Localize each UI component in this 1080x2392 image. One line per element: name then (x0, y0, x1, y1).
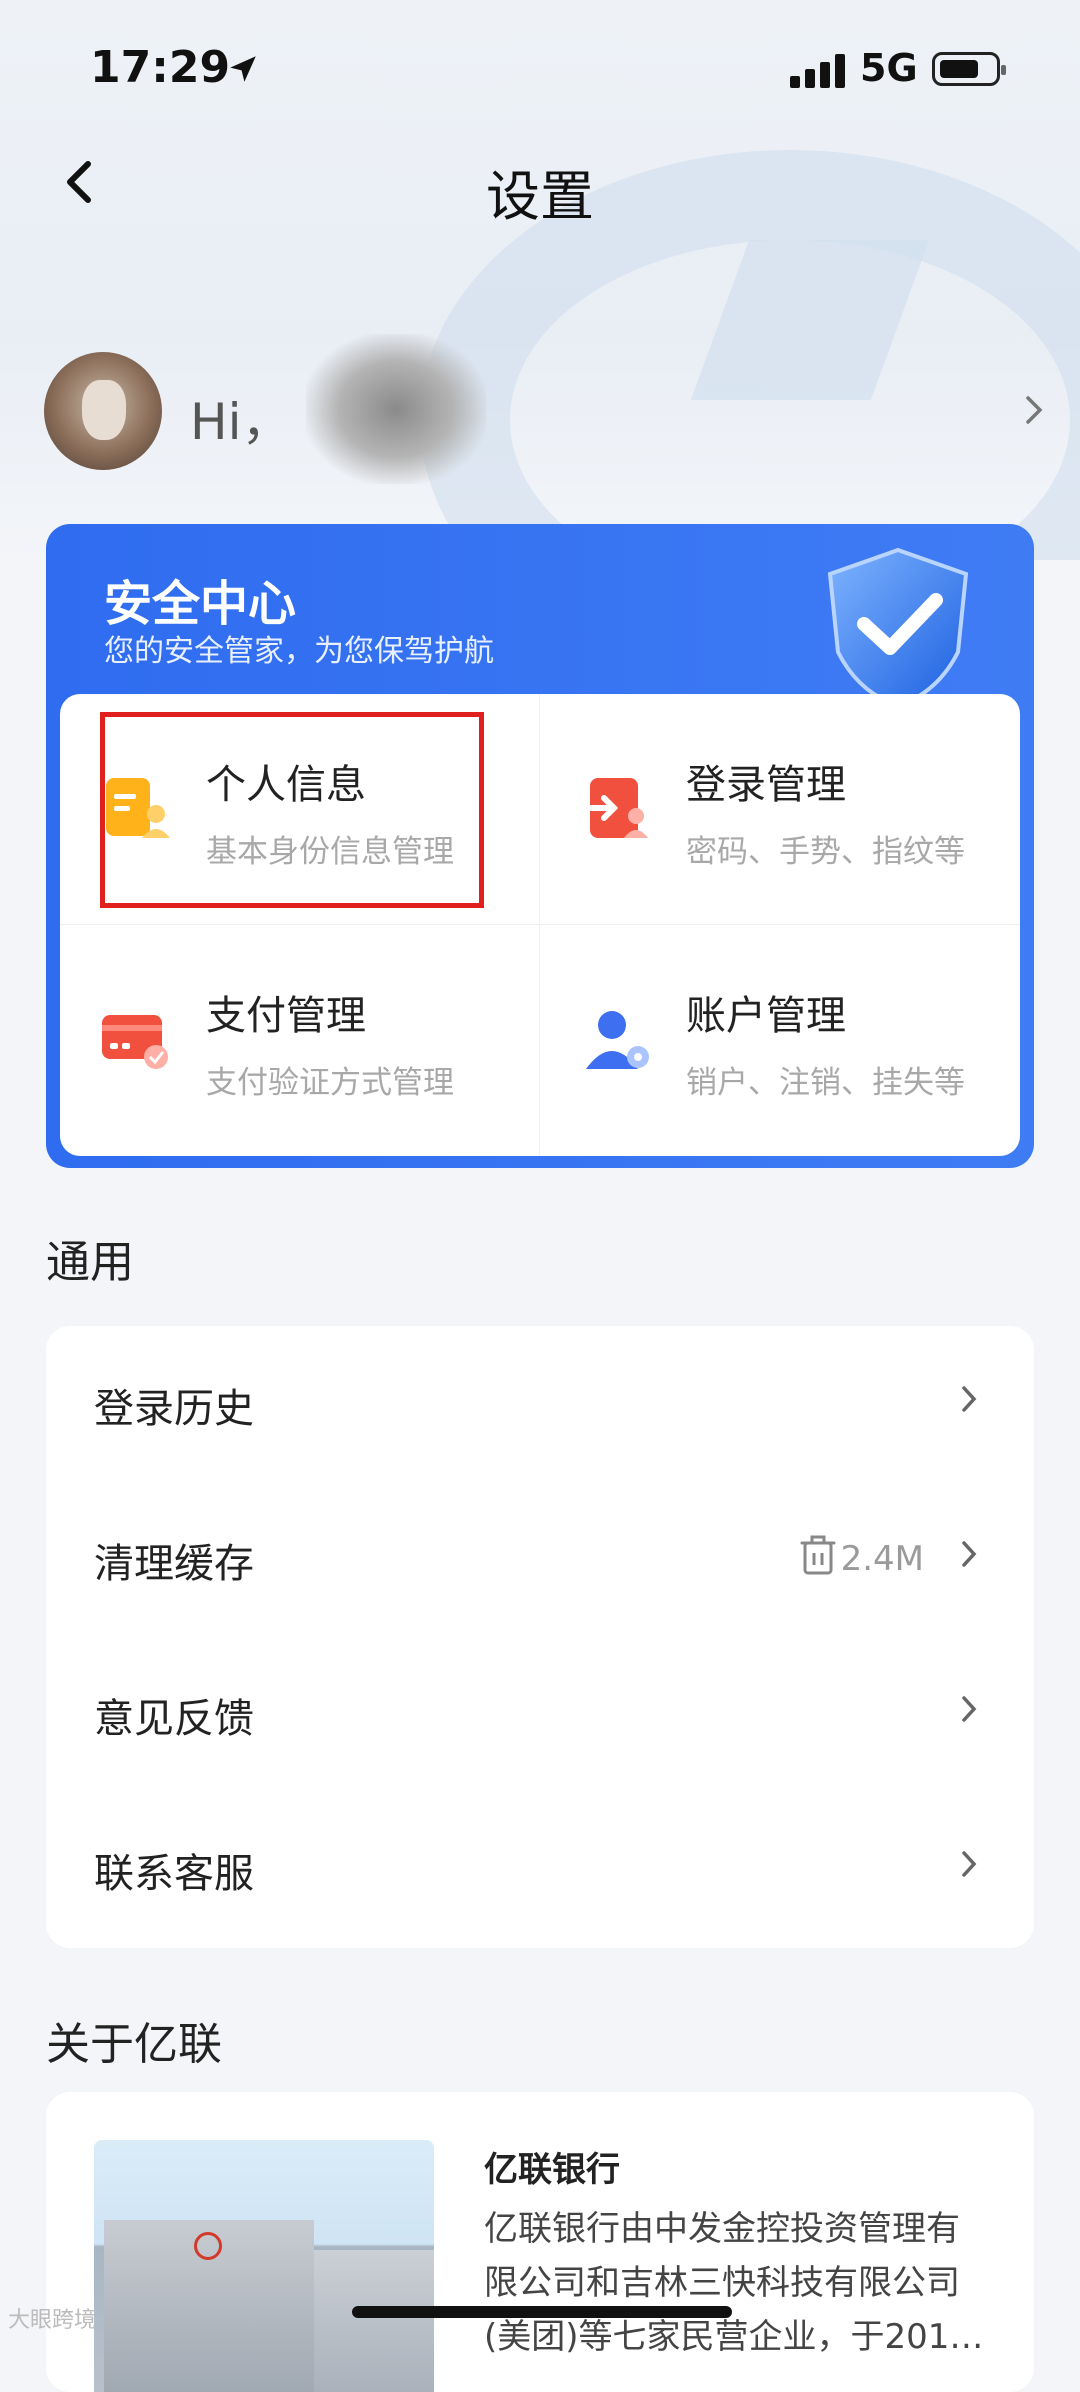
avatar[interactable] (44, 352, 162, 470)
bank-name: 亿联银行 (484, 2150, 620, 2190)
account-icon (586, 1011, 649, 1069)
list-label: 意见反馈 (94, 1696, 254, 1742)
tile-desc: 销户、注销、挂失等 (686, 1065, 965, 1101)
section-heading-general: 通用 (46, 1237, 134, 1288)
tile-label: 支付管理 (206, 993, 366, 1039)
tile-label: 账户管理 (686, 993, 846, 1039)
page-title: 设置 (486, 165, 594, 228)
network-type: 5G (860, 46, 918, 90)
bank-logo (194, 2232, 222, 2260)
tile-label: 登录管理 (686, 762, 846, 808)
list-label: 清理缓存 (94, 1541, 254, 1587)
general-settings-list: 登录历史 清理缓存 2.4M 意见反馈 联系客服 (46, 1326, 1034, 1948)
chevron-right-icon (962, 1386, 977, 1412)
list-item-clear-cache[interactable]: 清理缓存 2.4M (46, 1481, 1034, 1636)
chevron-right-icon (1026, 396, 1043, 424)
about-card[interactable]: 亿联银行 亿联银行由中发金控投资管理有限公司和吉林三快科技有限公司(美团)等七家… (46, 2092, 1034, 2392)
tile-desc: 密码、手势、指纹等 (686, 834, 965, 870)
list-label: 登录历史 (94, 1386, 254, 1432)
tile-account-management[interactable]: 账户管理 销户、注销、挂失等 (540, 925, 1020, 1156)
list-item-login-history[interactable]: 登录历史 (46, 1326, 1034, 1481)
highlight-box (100, 712, 484, 908)
chevron-right-icon (962, 1851, 977, 1877)
home-indicator (352, 2306, 732, 2318)
list-item-feedback[interactable]: 意见反馈 (46, 1636, 1034, 1791)
section-heading-about: 关于亿联 (46, 2019, 222, 2070)
status-bar: 17:29 5G (0, 0, 1080, 140)
tile-desc: 支付验证方式管理 (206, 1065, 454, 1101)
trash-icon (800, 1535, 836, 1575)
security-subtitle: 您的安全管家，为您保驾护航 (104, 634, 494, 669)
shield-check-icon (827, 547, 969, 709)
chevron-right-icon (962, 1541, 977, 1567)
signal-icon (790, 54, 845, 88)
list-label: 联系客服 (94, 1851, 254, 1897)
watermark: 大眼跨境 (8, 2308, 97, 2333)
status-time: 17:29 (90, 42, 231, 93)
user-greeting: Hi， (190, 393, 292, 451)
tile-login-management[interactable]: 登录管理 密码、手势、指纹等 (540, 694, 1020, 925)
security-title: 安全中心 (104, 576, 297, 632)
bank-description: 亿联银行由中发金控投资管理有限公司和吉林三快科技有限公司(美团)等七家民营企业，… (484, 2209, 984, 2357)
user-profile-row[interactable]: Hi， (44, 334, 1044, 484)
battery-icon (932, 52, 1006, 86)
tile-payment-management[interactable]: 支付管理 支付验证方式管理 (60, 925, 540, 1156)
location-arrow-icon (230, 56, 256, 82)
login-icon (581, 778, 648, 838)
cache-size: 2.4M (840, 1539, 924, 1579)
card-icon (102, 1015, 168, 1069)
redacted-username (306, 334, 486, 484)
bank-building-image (94, 2140, 434, 2392)
chevron-right-icon (962, 1696, 977, 1722)
list-item-customer-service[interactable]: 联系客服 (46, 1791, 1034, 1946)
